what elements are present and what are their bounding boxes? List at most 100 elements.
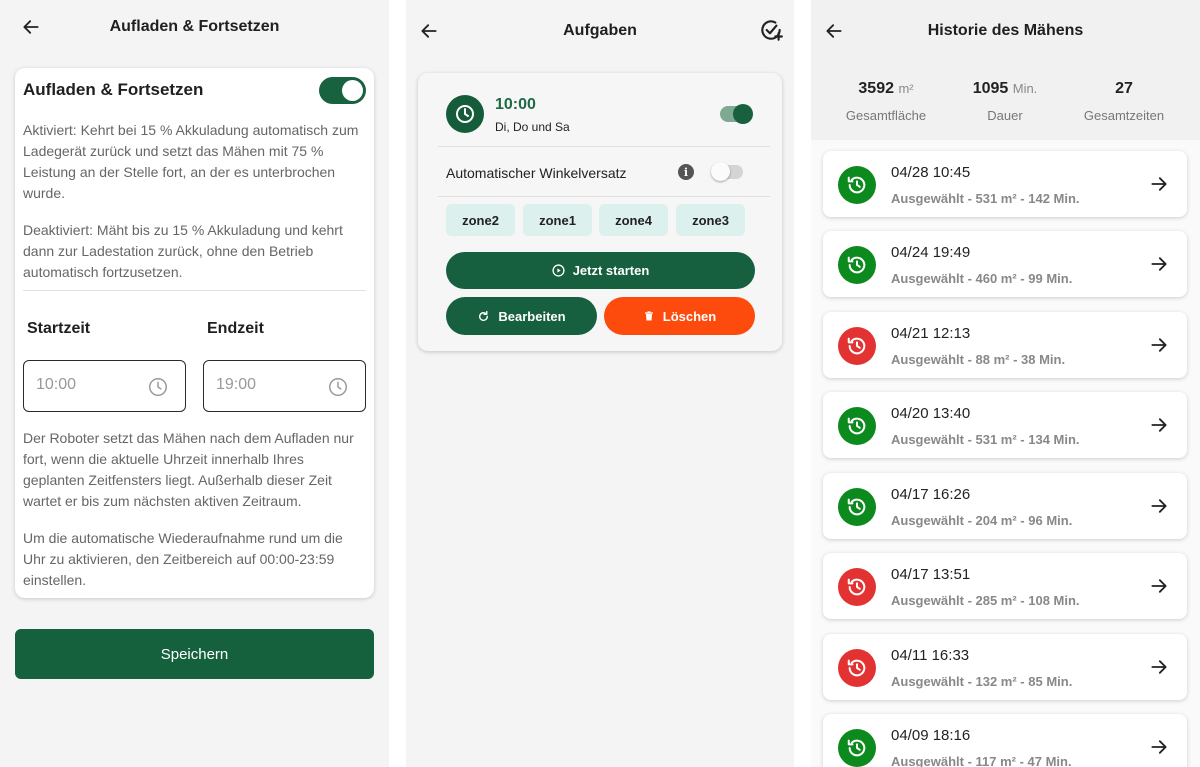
history-item[interactable]: 04/09 18:16 Ausgewählt - 117 m² - 47 Min. — [823, 714, 1187, 767]
history-status-badge — [838, 246, 876, 284]
history-date: 04/09 18:16 — [891, 727, 971, 744]
angle-offset-toggle[interactable] — [711, 162, 743, 181]
clock-icon — [456, 105, 474, 123]
history-meta: Ausgewählt - 204 m² - 96 Min. — [891, 513, 1073, 528]
angle-offset-label: Automatischer Winkelversatz — [446, 165, 627, 181]
start-time-value: 10:00 — [36, 376, 77, 393]
end-time-value: 19:00 — [216, 376, 257, 393]
page-title: Aufgaben — [563, 22, 637, 39]
task-days: Di, Do und Sa — [495, 120, 570, 134]
history-status-badge — [838, 729, 876, 767]
history-icon — [847, 659, 866, 677]
charge-resume-toggle[interactable] — [319, 77, 366, 104]
robot-description: Der Roboter setzt das Mähen nach dem Auf… — [23, 430, 354, 509]
history-date: 04/28 10:45 — [891, 164, 971, 181]
stat-label: Gesamtzeiten — [1083, 108, 1165, 123]
refresh-edit-icon — [479, 310, 489, 321]
task-enabled-toggle[interactable] — [720, 104, 753, 124]
history-icon — [847, 337, 866, 355]
header: Historie des Mähens — [811, 0, 1200, 60]
arrow-right-icon — [1151, 338, 1167, 352]
start-now-button[interactable]: Jetzt starten — [446, 252, 755, 289]
end-time-label: Endzeit — [207, 320, 264, 337]
save-button[interactable]: Speichern — [15, 629, 374, 679]
history-date: 04/17 16:26 — [891, 486, 971, 503]
activated-description: Aktiviert: Kehrt bei 15 % Akkuladung aut… — [23, 122, 359, 201]
history-status-badge — [838, 649, 876, 687]
history-meta: Ausgewählt - 88 m² - 38 Min. — [891, 352, 1066, 367]
history-date: 04/11 16:33 — [891, 647, 970, 664]
zone-chip[interactable]: zone2 — [446, 204, 515, 236]
history-item[interactable]: 04/21 12:13 Ausgewählt - 88 m² - 38 Min. — [823, 312, 1187, 378]
card-title: Aufladen & Fortsetzen — [23, 80, 204, 99]
delete-label: Löschen — [662, 308, 717, 324]
info-icon[interactable]: i — [678, 164, 694, 180]
history-status-badge — [838, 488, 876, 526]
history-meta: Ausgewählt - 117 m² - 47 Min. — [891, 754, 1072, 767]
history-meta: Ausgewählt - 531 m² - 142 Min. — [891, 191, 1080, 206]
toggle-knob — [733, 104, 753, 124]
stat-duration: 1095 Min. Dauer — [950, 80, 1060, 123]
task-card: 10:00 Di, Do und Sa Automatischer Winkel… — [418, 73, 782, 351]
stat-value: 3592 — [858, 80, 894, 97]
page-title: Historie des Mähens — [927, 22, 1084, 39]
stat-value: 1095 — [972, 80, 1009, 97]
task-clock-badge — [446, 95, 484, 133]
stat-total-runs: 27 Gesamtzeiten — [1069, 80, 1179, 123]
stat-unit: Min. — [1012, 81, 1038, 96]
history-date: 04/24 19:49 — [891, 244, 971, 261]
zone-chip[interactable]: zone4 — [599, 204, 668, 236]
divider — [438, 146, 770, 147]
calendar-check-add-icon[interactable] — [758, 17, 784, 43]
history-icon — [847, 739, 866, 757]
divider — [438, 196, 770, 197]
zone-chip[interactable]: zone3 — [676, 204, 745, 236]
history-item[interactable]: 04/17 16:26 Ausgewählt - 204 m² - 96 Min. — [823, 473, 1187, 539]
start-now-label: Jetzt starten — [572, 263, 650, 278]
history-item[interactable]: 04/24 19:49 Ausgewählt - 460 m² - 99 Min. — [823, 231, 1187, 297]
arrow-right-icon — [1151, 177, 1167, 191]
toggle-knob — [342, 80, 363, 101]
header: Aufladen & Fortsetzen — [0, 0, 389, 56]
arrow-right-icon — [1151, 418, 1167, 432]
page-title: Aufladen & Fortsetzen — [109, 18, 280, 35]
arrow-right-icon — [1151, 740, 1167, 754]
end-time-field[interactable]: 19:00 — [203, 360, 366, 412]
clock-icon — [329, 378, 347, 396]
history-list: 04/28 10:45 Ausgewählt - 531 m² - 142 Min… — [811, 140, 1200, 767]
stat-unit: m² — [898, 81, 914, 96]
deactivated-description: Deaktiviert: Mäht bis zu 15 % Akkuladung… — [23, 222, 343, 280]
arrow-right-icon — [1151, 579, 1167, 593]
history-item[interactable]: 04/17 13:51 Ausgewählt - 285 m² - 108 Min… — [823, 553, 1187, 619]
zone-chip[interactable]: zone1 — [523, 204, 592, 236]
history-icon — [847, 256, 866, 274]
history-icon — [847, 176, 866, 194]
history-date: 04/20 13:40 — [891, 405, 971, 422]
toggle-knob — [711, 162, 730, 181]
delete-button[interactable]: Löschen — [604, 297, 755, 335]
mowing-history-screen: Historie des Mähens 3592 m² Gesamtfläche… — [811, 0, 1200, 767]
history-item[interactable]: 04/11 16:33 Ausgewählt - 132 m² - 85 Min. — [823, 634, 1187, 700]
hint-description: Um die automatische Wiederaufnahme rund … — [23, 530, 343, 588]
arrow-right-icon — [1151, 257, 1167, 271]
history-date: 04/21 12:13 — [891, 325, 971, 342]
history-icon — [847, 498, 866, 516]
stat-label: Gesamtfläche — [845, 108, 927, 123]
history-icon — [847, 417, 866, 435]
divider — [23, 290, 366, 291]
clock-icon — [149, 378, 167, 396]
history-meta: Ausgewählt - 460 m² - 99 Min. — [891, 271, 1073, 286]
history-meta: Ausgewählt - 132 m² - 85 Min. — [891, 674, 1073, 689]
history-item[interactable]: 04/28 10:45 Ausgewählt - 531 m² - 142 Min… — [823, 151, 1187, 217]
history-status-badge — [838, 327, 876, 365]
history-status-badge — [838, 407, 876, 445]
charge-resume-card: Aufladen & Fortsetzen Aktiviert: Kehrt b… — [15, 68, 374, 598]
header: Aufgaben — [406, 0, 794, 56]
history-meta: Ausgewählt - 531 m² - 134 Min. — [891, 432, 1080, 447]
history-date: 04/17 13:51 — [891, 566, 971, 583]
charge-resume-screen: Aufladen & Fortsetzen Aufladen & Fortset… — [0, 0, 389, 767]
stat-label: Dauer — [987, 108, 1023, 123]
start-time-field[interactable]: 10:00 — [23, 360, 186, 412]
edit-button[interactable]: Bearbeiten — [446, 297, 597, 335]
history-item[interactable]: 04/20 13:40 Ausgewählt - 531 m² - 134 Min… — [823, 392, 1187, 458]
